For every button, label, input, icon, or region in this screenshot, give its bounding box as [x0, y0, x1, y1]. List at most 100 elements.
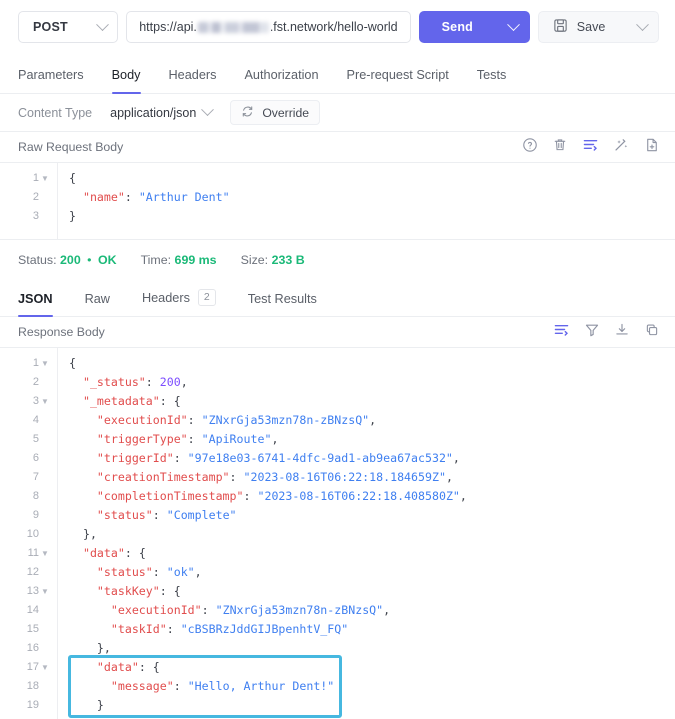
line-number: 16▼ — [26, 642, 39, 654]
response-tabs: JSON Raw Headers 2 Test Results — [0, 279, 675, 317]
tab-headers[interactable]: Headers — [155, 68, 231, 93]
code-line: "data": { — [82, 546, 146, 560]
code-line: "message": "Hello, Arthur Dent!" — [110, 679, 335, 693]
response-code[interactable]: { "_status": 200, "_metadata": { "execut… — [58, 348, 675, 719]
line-number: 1 ▼ — [0, 354, 57, 373]
magic-wand-icon[interactable] — [613, 136, 630, 158]
file-add-icon[interactable] — [644, 137, 660, 158]
tab-parameters[interactable]: Parameters — [18, 68, 98, 93]
tab-raw-label: Raw — [84, 292, 110, 306]
size-label: Size: — [240, 252, 269, 267]
code-line: "creationTimestamp": "2023-08-16T06:22:1… — [96, 470, 453, 484]
tab-raw[interactable]: Raw — [69, 292, 126, 316]
line-number: 1 ▼ — [0, 169, 57, 188]
tab-json-label: JSON — [18, 292, 53, 306]
help-circle-icon[interactable] — [522, 137, 538, 158]
response-body-toolbar — [553, 321, 660, 343]
filter-icon[interactable] — [584, 322, 600, 343]
tab-json[interactable]: JSON — [18, 292, 69, 317]
tab-pre-request-script[interactable]: Pre-request Script — [333, 68, 463, 93]
line-number: 3▼ — [0, 392, 57, 411]
request-tabs: Parameters Body Headers Authorization Pr… — [0, 54, 675, 94]
request-body-editor[interactable]: 1▼ 2▼ 3▼ { "name": "Arthur Dent"} — [0, 163, 675, 239]
code-line: } — [69, 698, 104, 712]
url-prefix: https://api. — [139, 20, 197, 34]
response-body-header: Response Body — [0, 317, 675, 348]
tab-body[interactable]: Body — [98, 68, 155, 94]
line-number: 2▼ — [32, 376, 39, 388]
time-stat: Time: 699 ms — [141, 253, 217, 267]
override-button[interactable]: Override — [230, 100, 321, 125]
line-number: 11 ▼ — [0, 544, 57, 563]
fold-toggle-icon[interactable]: ▼ — [39, 392, 51, 411]
fold-toggle-icon[interactable]: ▼ — [39, 544, 51, 563]
line-number: 18▼ — [26, 680, 39, 692]
download-icon[interactable] — [614, 322, 630, 343]
content-type-value: application/json — [110, 105, 197, 120]
chevron-down-icon — [201, 103, 215, 117]
content-type-label: Content Type — [18, 105, 93, 120]
request-bar: POST https://api. .fst.network/hello-wor… — [0, 0, 675, 54]
code-line: "completionTimestamp": "2023-08-16T06:22… — [96, 489, 467, 503]
size-value: 233 B — [271, 252, 305, 267]
fold-toggle-icon[interactable]: ▼ — [39, 354, 51, 373]
code-line: "data": { — [96, 660, 160, 674]
url-input[interactable]: https://api. .fst.network/hello-world — [126, 11, 411, 43]
status-separator: • — [87, 252, 92, 267]
tab-authorization[interactable]: Authorization — [230, 68, 332, 93]
raw-request-body-header: Raw Request Body — [0, 132, 675, 163]
tab-tests[interactable]: Tests — [463, 68, 521, 93]
code-line: "name": "Arthur Dent" — [82, 190, 230, 204]
code-line: { — [69, 356, 76, 370]
trash-icon[interactable] — [552, 137, 568, 158]
code-line: "executionId": "ZNxrGja53mzn78n-zBNzsQ", — [110, 603, 391, 617]
tab-test-results-label: Test Results — [247, 292, 317, 306]
fold-toggle-icon[interactable]: ▼ — [39, 169, 51, 188]
request-body-toolbar — [522, 136, 660, 158]
chevron-down-icon[interactable] — [506, 17, 520, 31]
status-badge: Status: 200 • OK — [18, 253, 117, 267]
http-method-select[interactable]: POST — [18, 11, 119, 43]
tab-test-results[interactable]: Test Results — [232, 292, 333, 316]
status-label: Status: — [18, 252, 57, 267]
tab-response-headers[interactable]: Headers 2 — [126, 289, 232, 316]
raw-request-body-title: Raw Request Body — [18, 140, 124, 154]
content-type-select[interactable]: application/json — [110, 103, 215, 120]
save-button[interactable]: Save — [537, 11, 659, 43]
format-lines-icon[interactable] — [553, 321, 570, 343]
code-line: "_metadata": { — [82, 394, 181, 408]
floppy-disk-icon — [553, 18, 568, 36]
line-number: 19▼ — [26, 699, 39, 711]
headers-count-badge: 2 — [197, 289, 216, 306]
code-line: "taskKey": { — [96, 584, 181, 598]
copy-icon[interactable] — [644, 322, 660, 343]
chevron-down-icon[interactable] — [636, 17, 649, 31]
code-line: } — [69, 209, 76, 223]
code-line: "status": "Complete" — [96, 508, 237, 522]
line-number: 17 ▼ — [0, 658, 57, 677]
send-button[interactable]: Send — [418, 11, 530, 43]
code-line: { — [69, 171, 76, 185]
line-number: 7▼ — [32, 471, 39, 483]
line-number: 2▼ — [32, 191, 39, 203]
request-gutter: 1▼ 2▼ 3▼ — [0, 163, 58, 239]
response-body-title: Response Body — [18, 325, 105, 339]
line-number: 14▼ — [26, 604, 39, 616]
response-status-row: Status: 200 • OK Time: 699 ms Size: 233 … — [0, 239, 675, 279]
line-number: 4▼ — [32, 414, 39, 426]
request-code[interactable]: { "name": "Arthur Dent"} — [58, 163, 675, 239]
response-gutter: 1▼ 2▼ 3▼ 4▼ 5▼ 6▼ 7▼ 8▼ 9▼ 10▼ 11▼ 12▼ 13▼ 14▼ 15▼ 16▼ 1… — [0, 348, 58, 719]
line-number: 20▼ — [0, 715, 57, 719]
fold-toggle-icon[interactable]: ▼ — [39, 658, 51, 677]
code-line: "taskId": "cBSBRzJddGIJBpenhtV_FQ" — [110, 622, 349, 636]
line-number: 6▼ — [32, 452, 39, 464]
line-number: 12▼ — [26, 566, 39, 578]
line-number: 5▼ — [32, 433, 39, 445]
format-lines-icon[interactable] — [582, 136, 599, 158]
code-line: } — [69, 715, 675, 719]
line-number: 3▼ — [32, 210, 39, 222]
fold-toggle-icon[interactable]: ▼ — [39, 582, 51, 601]
code-line: "status": "ok", — [96, 565, 202, 579]
line-number: 9▼ — [32, 509, 39, 521]
response-body-editor[interactable]: 1▼ 2▼ 3▼ 4▼ 5▼ 6▼ 7▼ 8▼ 9▼ 10▼ 11▼ 12▼ 13▼ 14▼ 15▼ 16▼ 1… — [0, 348, 675, 719]
